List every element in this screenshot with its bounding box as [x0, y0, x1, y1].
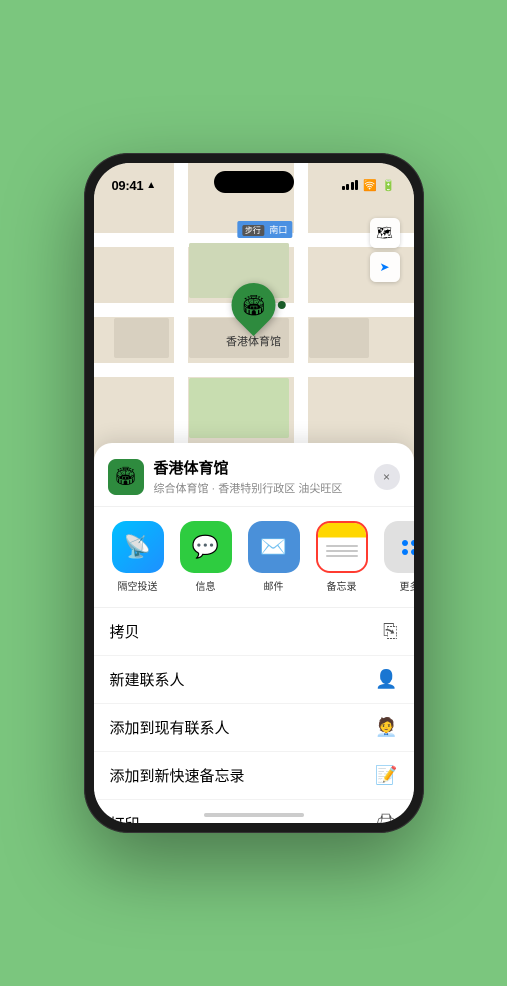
map-controls: 🗺 ➤: [370, 218, 400, 282]
share-mail[interactable]: ✉️ 邮件: [244, 521, 304, 593]
map-label: 步行 南口: [237, 221, 293, 238]
status-time: 09:41: [112, 178, 144, 193]
notes-icon-container: [316, 521, 368, 573]
location-button[interactable]: ➤: [370, 252, 400, 282]
venue-pin-icon: 🏟: [241, 293, 266, 318]
action-print[interactable]: 打印 🖨: [94, 800, 414, 823]
message-label: 信息: [196, 578, 216, 593]
action-add-existing[interactable]: 添加到现有联系人 🧑‍💼: [94, 704, 414, 752]
share-more[interactable]: 更多: [380, 521, 414, 593]
copy-icon: ⎘: [383, 621, 397, 642]
print-icon: 🖨: [375, 813, 398, 823]
phone-frame: 09:41 ▲ 🛜 🔋: [84, 153, 424, 833]
action-copy[interactable]: 拷贝 ⎘: [94, 608, 414, 656]
share-notes[interactable]: 备忘录: [312, 521, 372, 593]
mail-label: 邮件: [264, 578, 284, 593]
share-airdrop[interactable]: 📡 隔空投送: [108, 521, 168, 593]
person-icon: 👤: [375, 669, 397, 690]
signal-icon: [342, 180, 359, 190]
airdrop-label: 隔空投送: [118, 578, 158, 593]
notes-icon: [318, 523, 366, 571]
message-icon: 💬: [180, 521, 232, 573]
quick-note-label: 添加到新快速备忘录: [110, 765, 245, 786]
more-label: 更多: [400, 578, 414, 593]
wifi-icon: 🛜: [363, 179, 377, 192]
phone-screen: 09:41 ▲ 🛜 🔋: [94, 163, 414, 823]
action-list: 拷贝 ⎘ 新建联系人 👤 添加到现有联系人 🧑‍💼 添加到新快速备忘录 📝 打印: [94, 608, 414, 823]
airdrop-icon: 📡: [112, 521, 164, 573]
venue-info: 香港体育馆 综合体育馆 · 香港特别行政区 油尖旺区: [154, 457, 374, 496]
map-type-button[interactable]: 🗺: [370, 218, 400, 248]
venue-name: 香港体育馆: [154, 457, 374, 478]
battery-icon: 🔋: [382, 179, 396, 192]
venue-icon: 🏟: [108, 459, 144, 495]
map-area: 步行 南口 🗺 ➤ 🏟 香港体育馆: [94, 163, 414, 473]
share-row: 📡 隔空投送 💬 信息 ✉️ 邮件: [94, 507, 414, 608]
person-add-icon: 🧑‍💼: [375, 717, 397, 738]
bottom-sheet: 🏟 香港体育馆 综合体育馆 · 香港特别行政区 油尖旺区 × 📡 隔空投送: [94, 443, 414, 823]
add-existing-label: 添加到现有联系人: [110, 717, 230, 738]
dynamic-island: [214, 171, 294, 193]
location-pin: 🏟: [222, 274, 284, 336]
new-contact-label: 新建联系人: [110, 669, 185, 690]
copy-label: 拷贝: [110, 621, 140, 642]
status-icons: 🛜 🔋: [342, 179, 396, 192]
more-icon: [384, 521, 414, 573]
share-message[interactable]: 💬 信息: [176, 521, 236, 593]
print-label: 打印: [110, 813, 140, 823]
location-arrow-icon: ▲: [146, 180, 156, 191]
close-button[interactable]: ×: [374, 464, 400, 490]
location-pin-container: 🏟 香港体育馆: [226, 283, 281, 349]
venue-desc: 综合体育馆 · 香港特别行政区 油尖旺区: [154, 480, 374, 496]
sheet-header: 🏟 香港体育馆 综合体育馆 · 香港特别行政区 油尖旺区 ×: [94, 443, 414, 507]
action-new-contact[interactable]: 新建联系人 👤: [94, 656, 414, 704]
note-icon: 📝: [375, 765, 397, 786]
home-indicator: [204, 813, 304, 817]
mail-icon: ✉️: [248, 521, 300, 573]
notes-label: 备忘录: [327, 578, 357, 593]
action-quick-note[interactable]: 添加到新快速备忘录 📝: [94, 752, 414, 800]
